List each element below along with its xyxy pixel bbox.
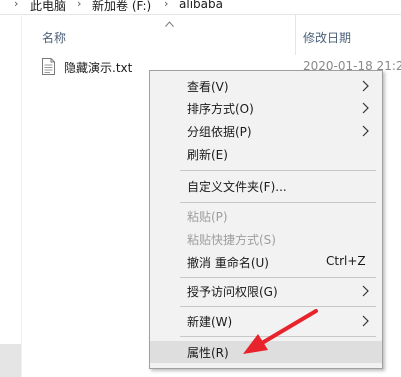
navigation-pane-selected-item[interactable] [0,344,21,377]
breadcrumb: › 此电脑 › 新加卷 (F:) › alibaba [0,0,401,15]
menu-separator [180,202,376,203]
chevron-right-icon [362,80,369,95]
context-menu: 查看(V) 排序方式(O) 分组依据(P) 刷新(E) 自定义文件夹(F)...… [149,70,383,369]
chevron-right-icon [362,102,369,117]
breadcrumb-drive[interactable]: 新加卷 (F:) [92,0,151,14]
menu-item-group-by[interactable]: 分组依据(P) [150,120,382,142]
menu-item-undo-rename[interactable]: 撤消 重命名(U) Ctrl+Z [150,251,382,273]
file-name[interactable]: 隐藏演示.txt [64,59,132,76]
menu-separator [180,170,376,171]
breadcrumb-folder[interactable]: alibaba [179,0,223,11]
menu-item-paste-shortcut: 粘贴快捷方式(S) [187,233,276,247]
chevron-right-icon: › [14,0,19,10]
chevron-right-icon: › [77,0,82,10]
menu-item-sort-by[interactable]: 排序方式(O) [150,97,382,119]
menu-item-new[interactable]: 新建(W) [150,310,382,332]
navigation-pane[interactable] [0,15,22,377]
column-date-modified[interactable]: 修改日期 [303,29,351,46]
menu-separator [180,277,376,278]
column-name[interactable]: 名称 [42,29,66,46]
column-divider[interactable] [295,15,296,55]
menu-item-refresh[interactable]: 刷新(E) [150,143,382,165]
chevron-right-icon [362,285,369,300]
menu-item-properties[interactable]: 属性(R) [150,341,382,363]
menu-separator [180,306,376,307]
text-file-icon [42,58,55,75]
chevron-right-icon: › [164,0,169,10]
menu-item-view[interactable]: 查看(V) [150,75,382,97]
column-header: 名称 修改日期 [22,15,401,55]
shortcut-label: Ctrl+Z [326,254,366,268]
menu-item-customize-folder[interactable]: 自定义文件夹(F)... [150,175,382,197]
chevron-right-icon [362,125,369,140]
menu-separator [180,336,376,337]
breadcrumb-this-pc[interactable]: 此电脑 [30,0,66,14]
sort-ascending-icon [165,16,174,30]
menu-item-paste: 粘贴(P) [187,210,228,224]
chevron-right-icon [362,315,369,330]
menu-item-give-access[interactable]: 授予访问权限(G) [150,280,382,302]
